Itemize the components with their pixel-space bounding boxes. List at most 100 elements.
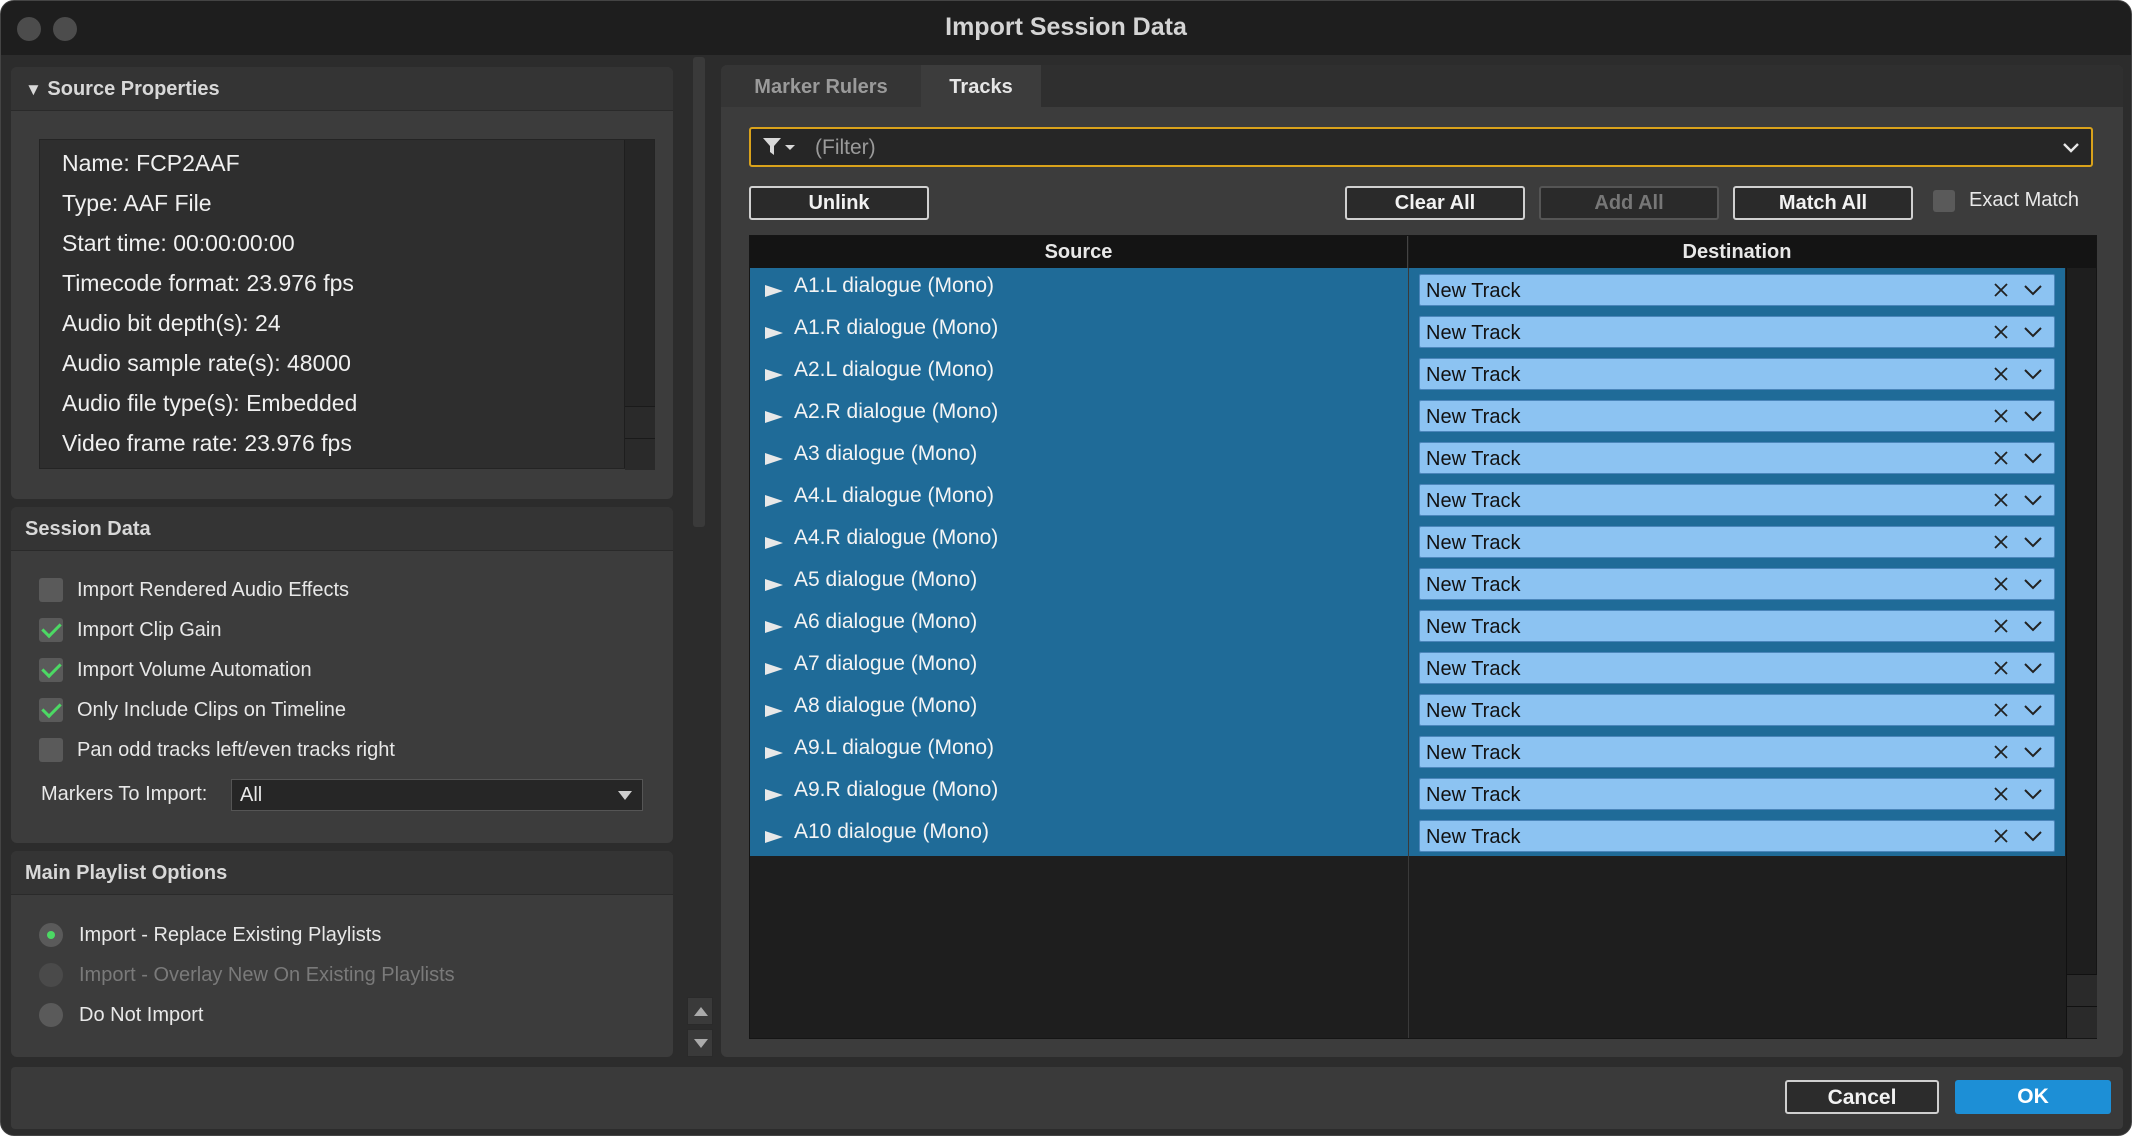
source-cell[interactable]: A4.R dialogue (Mono) (750, 520, 1408, 562)
clear-x-icon[interactable] (1992, 617, 2010, 635)
clear-all-button[interactable]: Clear All (1345, 186, 1525, 220)
play-preview-icon[interactable] (765, 620, 783, 634)
disclosure-triangle-icon[interactable]: ▼ (25, 80, 42, 99)
source-cell[interactable]: A7 dialogue (Mono) (750, 646, 1408, 688)
source-cell[interactable]: A6 dialogue (Mono) (750, 604, 1408, 646)
play-preview-icon[interactable] (765, 452, 783, 466)
destination-select[interactable]: New Track (1419, 442, 2055, 474)
import-clip-gain-option[interactable]: Import Clip Gain (39, 616, 222, 644)
play-preview-icon[interactable] (765, 662, 783, 676)
destination-select[interactable]: New Track (1419, 484, 2055, 516)
table-row[interactable]: A2.R dialogue (Mono) New Track (750, 394, 2065, 436)
destination-column-header[interactable]: Destination (1409, 236, 2065, 268)
source-cell[interactable]: A5 dialogue (Mono) (750, 562, 1408, 604)
chevron-down-icon[interactable] (2022, 827, 2044, 845)
table-row[interactable]: A2.L dialogue (Mono) New Track (750, 352, 2065, 394)
left-pane-scroll-up-button[interactable] (687, 997, 713, 1025)
clear-x-icon[interactable] (1992, 449, 2010, 467)
chevron-down-icon[interactable] (2022, 533, 2044, 551)
table-row[interactable]: A9.L dialogue (Mono) New Track (750, 730, 2065, 772)
tab-tracks[interactable]: Tracks (921, 65, 1041, 107)
replace-existing-playlists-radio[interactable] (39, 923, 63, 947)
clear-x-icon[interactable] (1992, 323, 2010, 341)
table-row[interactable]: A10 dialogue (Mono) New Track (750, 814, 2065, 856)
chevron-down-icon[interactable] (2061, 137, 2081, 157)
ok-button[interactable]: OK (1955, 1080, 2111, 1114)
clear-x-icon[interactable] (1992, 491, 2010, 509)
clear-x-icon[interactable] (1992, 281, 2010, 299)
clear-x-icon[interactable] (1992, 575, 2010, 593)
destination-select[interactable]: New Track (1419, 316, 2055, 348)
chevron-down-icon[interactable] (2022, 785, 2044, 803)
pan-odd-even-checkbox[interactable] (39, 738, 63, 762)
chevron-down-icon[interactable] (2022, 617, 2044, 635)
clear-x-icon[interactable] (1992, 743, 2010, 761)
table-row[interactable]: A6 dialogue (Mono) New Track (750, 604, 2065, 646)
play-preview-icon[interactable] (765, 578, 783, 592)
chevron-down-icon[interactable] (2022, 743, 2044, 761)
source-cell[interactable]: A9.R dialogue (Mono) (750, 772, 1408, 814)
only-include-clips-option[interactable]: Only Include Clips on Timeline (39, 696, 346, 724)
table-row[interactable]: A1.L dialogue (Mono) New Track (750, 268, 2065, 310)
import-volume-automation-checkbox[interactable] (39, 658, 63, 682)
tab-marker-rulers[interactable]: Marker Rulers (721, 65, 921, 107)
destination-select[interactable]: New Track (1419, 778, 2055, 810)
source-cell[interactable]: A10 dialogue (Mono) (750, 814, 1408, 856)
table-row[interactable]: A8 dialogue (Mono) New Track (750, 688, 2065, 730)
cancel-button[interactable]: Cancel (1785, 1080, 1939, 1114)
play-preview-icon[interactable] (765, 494, 783, 508)
table-scroll-up-button[interactable] (2067, 974, 2097, 1006)
play-preview-icon[interactable] (765, 326, 783, 340)
clear-x-icon[interactable] (1992, 533, 2010, 551)
source-cell[interactable]: A3 dialogue (Mono) (750, 436, 1408, 478)
chevron-down-icon[interactable] (2022, 449, 2044, 467)
clear-x-icon[interactable] (1992, 365, 2010, 383)
play-preview-icon[interactable] (765, 704, 783, 718)
table-row[interactable]: A4.L dialogue (Mono) New Track (750, 478, 2065, 520)
destination-select[interactable]: New Track (1419, 358, 2055, 390)
destination-select[interactable]: New Track (1419, 736, 2055, 768)
chevron-down-icon[interactable] (2022, 575, 2044, 593)
table-row[interactable]: A4.R dialogue (Mono) New Track (750, 520, 2065, 562)
chevron-down-icon[interactable] (2022, 323, 2044, 341)
destination-select[interactable]: New Track (1419, 820, 2055, 852)
table-scroll-down-button[interactable] (2067, 1006, 2097, 1038)
play-preview-icon[interactable] (765, 284, 783, 298)
properties-scrollbar[interactable] (624, 140, 655, 470)
play-preview-icon[interactable] (765, 410, 783, 424)
clear-x-icon[interactable] (1992, 785, 2010, 803)
source-cell[interactable]: A8 dialogue (Mono) (750, 688, 1408, 730)
table-scrollbar[interactable] (2066, 268, 2097, 1038)
source-cell[interactable]: A4.L dialogue (Mono) (750, 478, 1408, 520)
table-row[interactable]: A1.R dialogue (Mono) New Track (750, 310, 2065, 352)
destination-select[interactable]: New Track (1419, 610, 2055, 642)
exact-match-option[interactable]: Exact Match (1933, 189, 2079, 212)
pan-odd-even-option[interactable]: Pan odd tracks left/even tracks right (39, 736, 395, 764)
destination-select[interactable]: New Track (1419, 568, 2055, 600)
source-column-header[interactable]: Source (750, 236, 1408, 268)
chevron-down-icon[interactable] (2022, 407, 2044, 425)
source-cell[interactable]: A2.R dialogue (Mono) (750, 394, 1408, 436)
play-preview-icon[interactable] (765, 746, 783, 760)
table-row[interactable]: A3 dialogue (Mono) New Track (750, 436, 2065, 478)
clear-x-icon[interactable] (1992, 827, 2010, 845)
match-all-button[interactable]: Match All (1733, 186, 1913, 220)
left-pane-scroll-down-button[interactable] (687, 1029, 713, 1057)
do-not-import-radio[interactable] (39, 1003, 63, 1027)
scroll-down-button[interactable] (625, 438, 655, 470)
table-row[interactable]: A7 dialogue (Mono) New Track (750, 646, 2065, 688)
destination-select[interactable]: New Track (1419, 652, 2055, 684)
import-clip-gain-checkbox[interactable] (39, 618, 63, 642)
scroll-up-button[interactable] (625, 406, 655, 438)
chevron-down-icon[interactable] (2022, 659, 2044, 677)
chevron-down-icon[interactable] (2022, 365, 2044, 383)
source-cell[interactable]: A9.L dialogue (Mono) (750, 730, 1408, 772)
markers-to-import-select[interactable]: All (231, 779, 643, 811)
play-preview-icon[interactable] (765, 830, 783, 844)
filter-input[interactable]: (Filter) (749, 127, 2093, 167)
replace-existing-playlists-option[interactable]: Import - Replace Existing Playlists (39, 921, 381, 949)
table-row[interactable]: A5 dialogue (Mono) New Track (750, 562, 2065, 604)
source-cell[interactable]: A2.L dialogue (Mono) (750, 352, 1408, 394)
clear-x-icon[interactable] (1992, 701, 2010, 719)
exact-match-checkbox[interactable] (1933, 189, 1955, 212)
